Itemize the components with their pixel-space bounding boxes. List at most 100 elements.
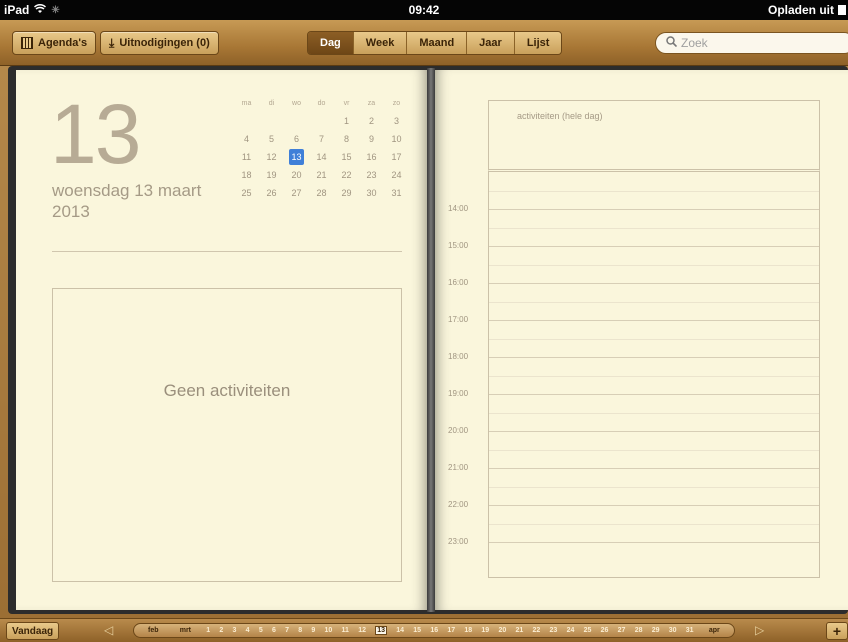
mini-calendar-day[interactable]: 6 (284, 130, 309, 148)
timeline-day[interactable]: 14 (396, 627, 404, 634)
timeline-month-next[interactable]: apr (703, 627, 726, 634)
tab-list[interactable]: Lijst (514, 32, 562, 54)
today-button[interactable]: Vandaag (6, 622, 60, 640)
mini-calendar-day[interactable]: 21 (309, 166, 334, 184)
timeline-day[interactable]: 20 (498, 627, 506, 634)
mini-calendar-weeks: 1 2 3 4 5 6 7 8 9 10 11 12 13 14 15 16 17 18 19 20 21 22 23 24 2… (234, 112, 410, 202)
timeline-day[interactable]: 24 (567, 627, 575, 634)
mini-calendar-day[interactable]: 15 (334, 148, 359, 166)
mini-calendar-day[interactable]: 27 (284, 184, 309, 202)
mini-calendar-day[interactable]: 8 (334, 130, 359, 148)
timeline-day[interactable]: 25 (584, 627, 592, 634)
mini-calendar-day[interactable]: 18 (234, 166, 259, 184)
timeline-month-prev[interactable]: feb (142, 627, 165, 634)
timeline-day[interactable]: 29 (652, 627, 660, 634)
invitations-button[interactable]: ⤓ Uitnodigingen (0) (100, 31, 219, 55)
mini-calendar-day[interactable]: 22 (334, 166, 359, 184)
mini-calendar-day[interactable]: 29 (334, 184, 359, 202)
all-day-events[interactable]: activiteiten (hele dag) (488, 100, 820, 172)
agendas-button[interactable]: Agenda's (12, 31, 97, 55)
status-clock: 09:42 (408, 3, 440, 17)
mini-calendar-day[interactable]: 2 (359, 112, 384, 130)
timeline-day[interactable]: 1 (206, 627, 210, 634)
timeline-day[interactable]: 3 (233, 627, 237, 634)
half-hour-line (489, 487, 819, 488)
mini-calendar-day[interactable]: 13 (289, 149, 304, 165)
timeline-day[interactable]: 22 (533, 627, 541, 634)
mini-calendar-day[interactable]: 10 (384, 130, 409, 148)
hour-line (489, 283, 819, 284)
download-tray-icon: ⤓ (109, 36, 115, 50)
previous-arrow-icon[interactable]: ◁ (104, 623, 113, 637)
timeline-day[interactable]: 31 (686, 627, 694, 634)
hour-label: 21:00 (448, 463, 469, 472)
mini-calendar-day[interactable]: 7 (309, 130, 334, 148)
hour-line (489, 209, 819, 210)
mini-calendar-day[interactable]: 3 (384, 112, 409, 130)
half-hour-line (489, 302, 819, 303)
mini-calendar-day[interactable]: 5 (259, 130, 284, 148)
timeline-day[interactable]: 27 (618, 627, 626, 634)
timeline-day[interactable]: 13 (375, 626, 388, 635)
timeline-day[interactable]: 19 (481, 627, 489, 634)
next-arrow-icon[interactable]: ▷ (755, 623, 764, 637)
timeline-day[interactable]: 17 (447, 627, 455, 634)
timeline-day[interactable]: 5 (259, 627, 263, 634)
mini-calendar-day[interactable]: 9 (359, 130, 384, 148)
hour-label: 17:00 (448, 315, 469, 324)
hour-line (489, 394, 819, 395)
timeline-day[interactable]: 28 (635, 627, 643, 634)
search-input[interactable] (681, 36, 841, 50)
timeline-day[interactable]: 10 (325, 627, 333, 634)
mini-calendar-day[interactable]: 4 (234, 130, 259, 148)
mini-calendar-day[interactable]: 19 (259, 166, 284, 184)
tab-month[interactable]: Maand (407, 32, 468, 54)
hour-label: 22:00 (448, 500, 469, 509)
timeline-day[interactable]: 30 (669, 627, 677, 634)
mini-calendar-day[interactable]: 28 (309, 184, 334, 202)
tab-year[interactable]: Jaar (467, 32, 515, 54)
time-grid[interactable] (488, 172, 820, 578)
timeline-day[interactable]: 4 (246, 627, 250, 634)
timeline-day[interactable]: 8 (298, 627, 302, 634)
mini-calendar-day[interactable]: 1 (334, 112, 359, 130)
timeline-day[interactable]: 21 (515, 627, 523, 634)
mini-calendar-day[interactable]: 14 (309, 148, 334, 166)
divider (52, 251, 402, 252)
hour-line (489, 505, 819, 506)
timeline-day[interactable]: 16 (430, 627, 438, 634)
timeline-day[interactable]: 12 (358, 627, 366, 634)
tab-day[interactable]: Dag (308, 32, 354, 54)
hour-line (489, 246, 819, 247)
mini-calendar-day[interactable]: 20 (284, 166, 309, 184)
mini-calendar-day[interactable]: 31 (384, 184, 409, 202)
mini-calendar-day (234, 112, 259, 130)
timeline-day[interactable]: 6 (272, 627, 276, 634)
timeline-day[interactable]: 15 (413, 627, 421, 634)
date-timeline[interactable]: feb mrt 1 2 3 4 5 6 7 8 9 10 11 12 13 14 15 16 17 18 19 20 21 2… (133, 623, 735, 638)
hour-line (489, 431, 819, 432)
mini-calendar-week: 123 (234, 112, 410, 130)
mini-calendar-day[interactable]: 12 (259, 148, 284, 166)
mini-calendar-day[interactable]: 30 (359, 184, 384, 202)
timeline-day[interactable]: 7 (285, 627, 289, 634)
timeline-day[interactable]: 9 (311, 627, 315, 634)
mini-calendar-day[interactable]: 16 (359, 148, 384, 166)
hour-line (489, 468, 819, 469)
timeline-month-current[interactable]: mrt (174, 627, 197, 634)
mini-calendar-day[interactable]: 17 (384, 148, 409, 166)
timeline-day[interactable]: 11 (342, 627, 349, 634)
mini-calendar-day[interactable]: 26 (259, 184, 284, 202)
mini-calendar-day[interactable]: 11 (234, 148, 259, 166)
mini-calendar-day[interactable]: 23 (359, 166, 384, 184)
timeline-day[interactable]: 26 (601, 627, 609, 634)
weekday-label: ma (241, 100, 252, 107)
mini-calendar-day[interactable]: 24 (384, 166, 409, 184)
add-event-button[interactable]: + (826, 622, 848, 640)
activities-box: Geen activiteiten (52, 288, 402, 582)
timeline-day[interactable]: 2 (219, 627, 223, 634)
timeline-day[interactable]: 23 (550, 627, 558, 634)
mini-calendar-day[interactable]: 25 (234, 184, 259, 202)
timeline-day[interactable]: 18 (464, 627, 472, 634)
tab-week[interactable]: Week (353, 32, 408, 54)
